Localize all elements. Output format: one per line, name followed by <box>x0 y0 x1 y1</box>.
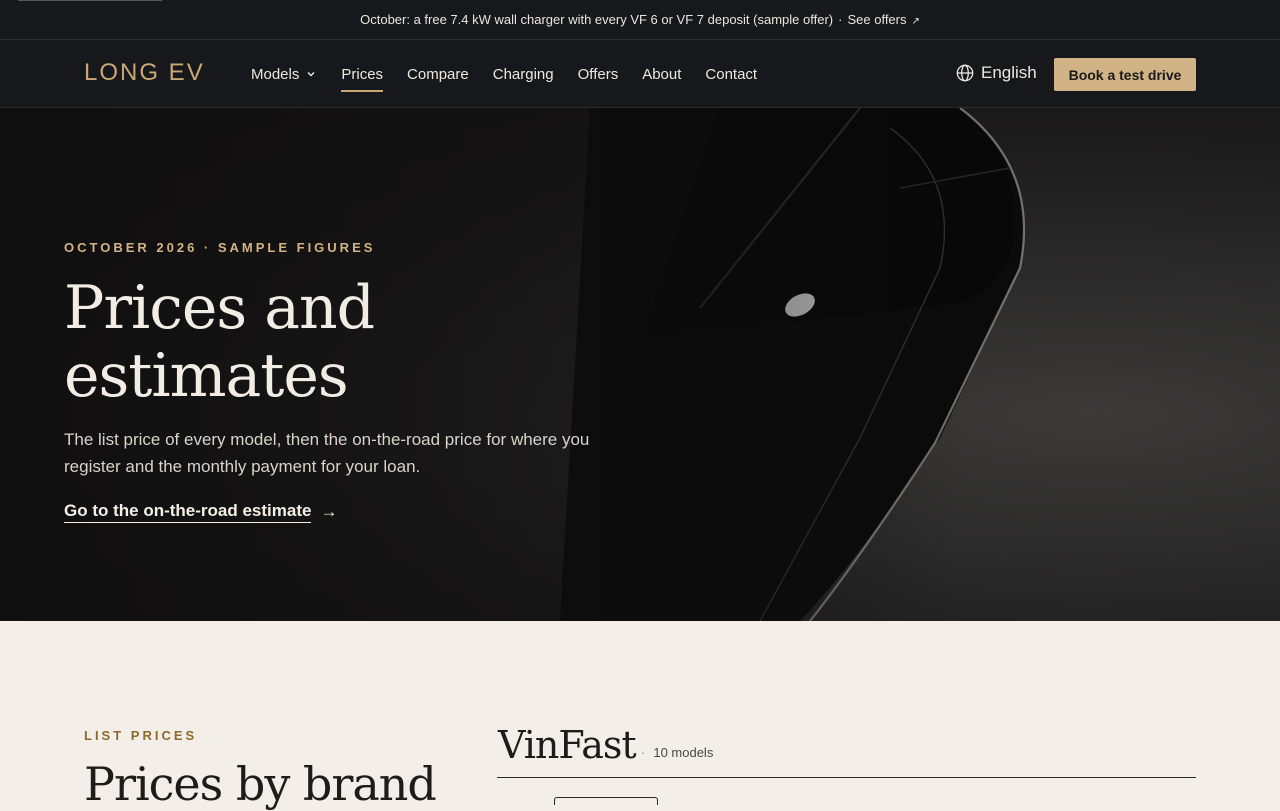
announcement-text: October: a free 7.4 kW wall charger with… <box>360 12 834 27</box>
hero-section: OCTOBER 2026 · SAMPLE FIGURES Prices and… <box>0 108 1280 621</box>
hero-eyebrow: OCTOBER 2026 · SAMPLE FIGURES <box>64 240 376 255</box>
nav-item-about[interactable]: About <box>642 40 681 108</box>
primary-menu: Models Prices Compare Charging Offers Ab… <box>251 40 781 108</box>
page-title-line-2: estimates <box>64 341 349 411</box>
nav-item-models-label[interactable]: Models <box>251 66 299 83</box>
arrow-right-icon: → <box>320 502 338 521</box>
nav-item-compare[interactable]: Compare <box>407 40 469 108</box>
brand-logo[interactable]: LONG EV <box>84 59 205 87</box>
brand-divider <box>497 777 1196 778</box>
nav-item-offers[interactable]: Offers <box>578 40 619 108</box>
page-title: Prices and estimates <box>64 274 624 410</box>
main-nav: LONG EV Models Prices Compare Charging O… <box>0 40 1280 108</box>
language-label[interactable]: English <box>981 63 1037 83</box>
list-prices-title: Prices by brand <box>84 757 437 811</box>
brand-count-separator: · <box>641 745 646 760</box>
globe-icon <box>956 64 974 82</box>
on-the-road-estimate-label[interactable]: Go to the on-the-road estimate <box>64 501 312 523</box>
nav-item-models[interactable]: Models <box>251 40 317 108</box>
model-filter-chip[interactable] <box>554 797 658 805</box>
announcement-separator: · <box>838 12 843 27</box>
brand-model-count: · 10 models <box>641 745 713 760</box>
on-the-road-estimate-link[interactable]: Go to the on-the-road estimate → <box>64 501 337 523</box>
brand-heading: VinFast <box>498 723 637 767</box>
book-test-drive-button[interactable]: Book a test drive <box>1054 58 1196 91</box>
hero-subtitle: The list price of every model, then the … <box>64 430 590 476</box>
nav-item-contact[interactable]: Contact <box>705 40 757 108</box>
language-selector[interactable]: English <box>956 63 1037 83</box>
nav-item-charging[interactable]: Charging <box>493 40 554 108</box>
list-prices-section: LIST PRICES Prices by brand VinFast · 10 … <box>0 621 1280 811</box>
see-offers-link[interactable]: See offers ↗ <box>847 12 919 27</box>
nav-item-prices[interactable]: Prices <box>341 40 383 108</box>
page-title-line-1: Prices and <box>64 273 375 343</box>
list-prices-eyebrow: LIST PRICES <box>84 728 198 743</box>
announcement-bar: October: a free 7.4 kW wall charger with… <box>0 0 1280 40</box>
external-arrow-icon: ↗ <box>911 16 920 27</box>
brand-count-label: 10 models <box>653 745 714 760</box>
see-offers-label[interactable]: See offers <box>847 12 906 27</box>
chevron-down-icon <box>307 72 315 77</box>
announcement-divider <box>18 0 162 1</box>
